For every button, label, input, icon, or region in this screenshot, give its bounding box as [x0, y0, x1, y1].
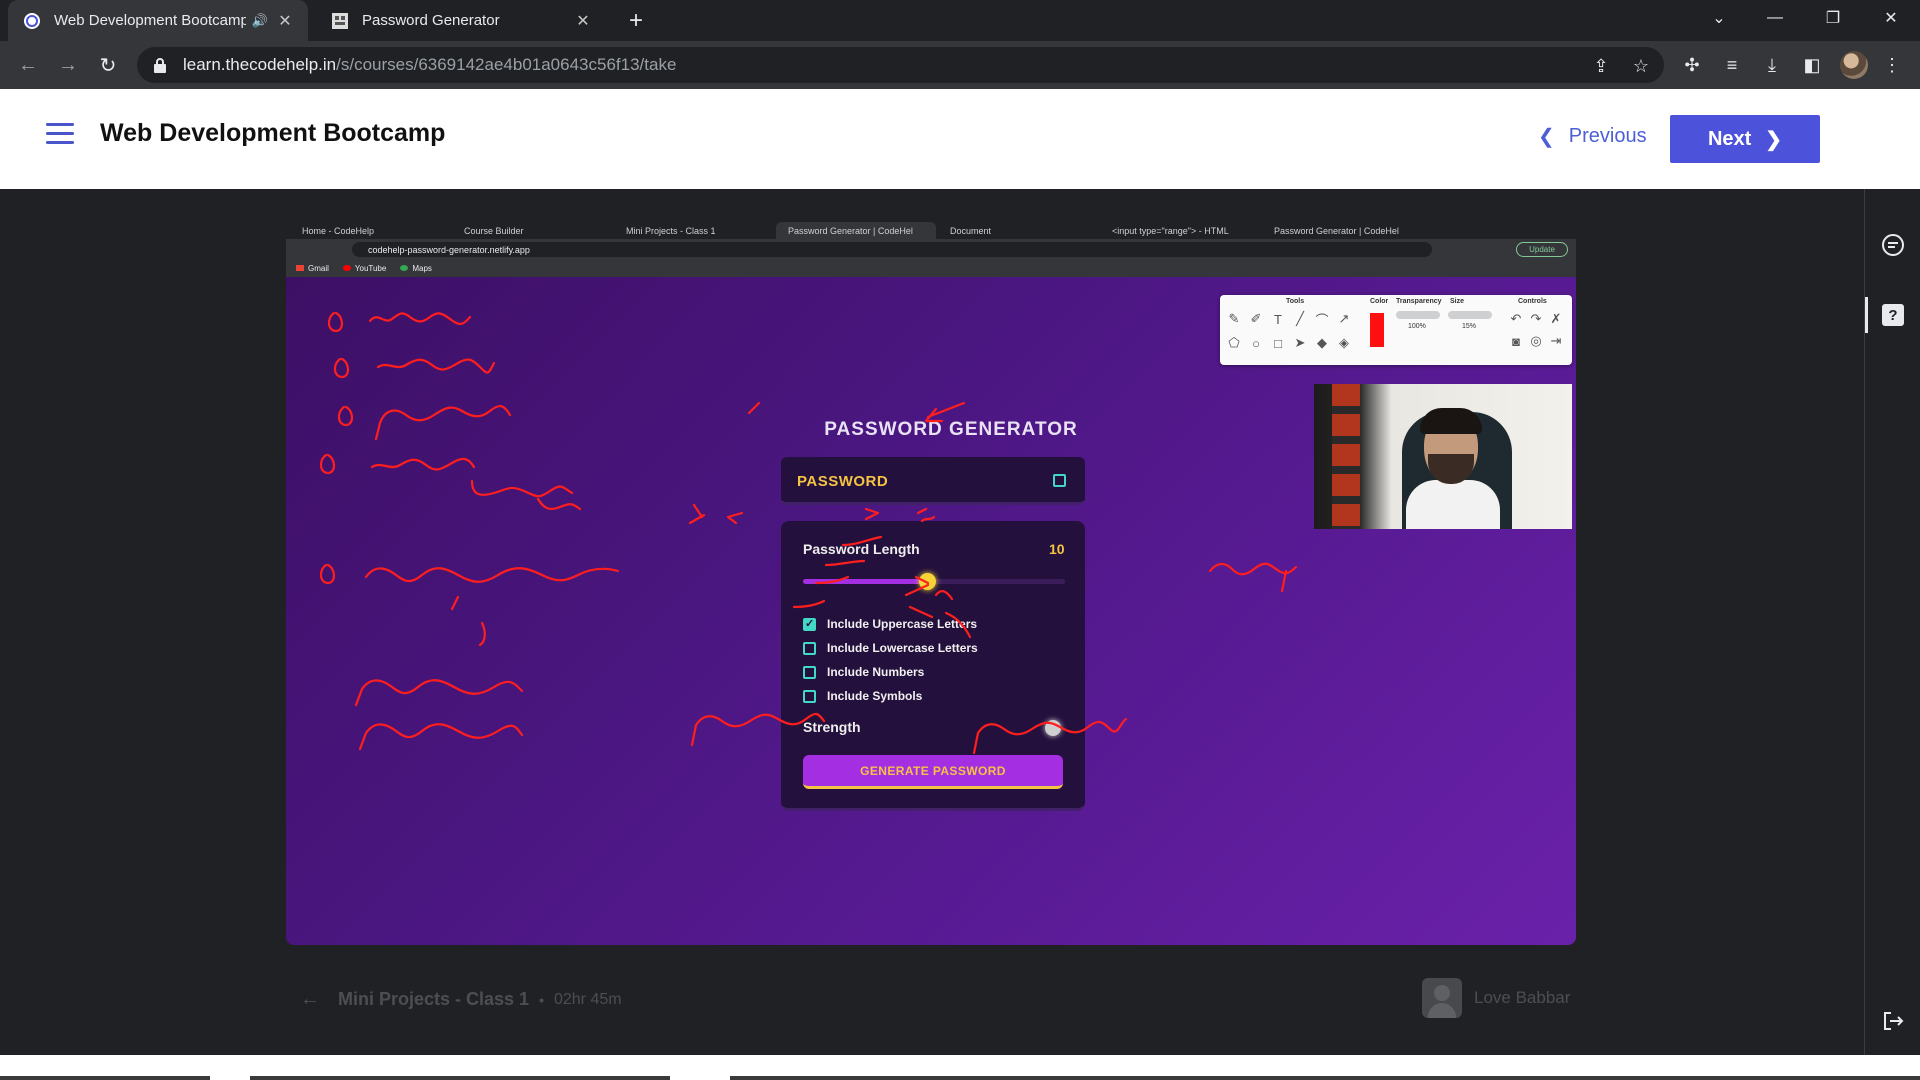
comments-icon[interactable] [1879, 231, 1907, 259]
back-arrow-icon[interactable]: ← [300, 988, 320, 1011]
close-window-icon[interactable]: ✕ [1864, 0, 1918, 36]
lesson-title: Mini Projects - Class 1 [338, 989, 530, 1009]
exit-icon[interactable] [1879, 1007, 1907, 1035]
chevron-right-icon: ❯ [1765, 128, 1783, 151]
course-header: Web Development Bootcamp ❮ Previous Next… [0, 89, 1920, 189]
video-address-bar: codehelp-password-generator.netlify.app … [286, 239, 1576, 259]
url-host: learn.thecodehelp.in [183, 55, 337, 74]
instructor: Love Babbar [1422, 978, 1570, 1018]
new-tab-button[interactable]: + [622, 7, 650, 35]
bookmark-youtube: YouTube [342, 264, 386, 273]
tab-title: Web Development Bootcamp [54, 12, 246, 29]
tab-close-icon[interactable]: ✕ [574, 11, 592, 31]
password-generator-favicon-icon [330, 11, 350, 31]
tab-title: Password Generator [362, 12, 500, 29]
course-title: Web Development Bootcamp [100, 119, 446, 147]
active-indicator [1865, 297, 1868, 333]
video-browser-tabs: Home - CodeHelp Course Builder Mini Proj… [286, 219, 1576, 239]
audio-playing-icon[interactable]: 🔊 [252, 13, 268, 29]
reload-icon[interactable]: ↻ [94, 51, 122, 79]
video-bookmarks-bar: Gmail YouTube Maps [286, 259, 1576, 277]
right-rail: ? [1864, 189, 1920, 1055]
back-icon[interactable]: ← [14, 51, 42, 79]
previous-button[interactable]: ❮ Previous [1538, 119, 1647, 153]
help-icon[interactable]: ? [1879, 301, 1907, 329]
tab-close-icon[interactable]: ✕ [276, 11, 294, 31]
video-tab: Home - CodeHelp [302, 225, 375, 236]
bookmark-star-icon[interactable]: ☆ [1630, 55, 1652, 77]
video-tab: <input type="range"> - HTML [1112, 225, 1229, 236]
chevron-left-icon: ❮ [1538, 125, 1555, 148]
video-tab: Document [950, 225, 992, 236]
tab-password-generator[interactable]: Password Generator ✕ [316, 0, 606, 41]
video-tab: Password Generator | CodeHel [776, 222, 936, 239]
codehelp-favicon-icon [22, 11, 42, 31]
forward-icon[interactable]: → [54, 51, 82, 79]
avatar [1422, 978, 1462, 1018]
bottom-strip [0, 1055, 1920, 1080]
browser-menu-icon[interactable]: ⋮ [1880, 53, 1904, 77]
video-tab: Password Generator | CodeHel [1274, 225, 1399, 236]
handwritten-annotations [319, 311, 1298, 755]
media-queue-icon[interactable]: ≡ [1720, 53, 1744, 77]
side-panel-icon[interactable]: ◧ [1800, 53, 1824, 77]
minimize-icon[interactable]: — [1748, 0, 1802, 36]
menu-icon[interactable] [46, 123, 74, 145]
next-button[interactable]: Next ❯ [1670, 115, 1820, 163]
svg-text:?: ? [1888, 307, 1897, 324]
bookmark-gmail: Gmail [296, 264, 329, 273]
video-update-button: Update [1516, 242, 1568, 257]
download-icon[interactable]: ⤓ [1760, 53, 1784, 77]
profile-avatar[interactable] [1840, 51, 1868, 79]
url-path: /s/courses/6369142ae4b01a0643c56f13/take [336, 55, 677, 74]
tab-search-icon[interactable]: ⌄ [1692, 0, 1746, 36]
share-icon[interactable]: ⇪ [1590, 55, 1612, 77]
browser-tab-strip: Web Development Bootcamp 🔊 ✕ Password Ge… [0, 0, 1920, 41]
address-bar[interactable]: learn.thecodehelp.in/s/courses/6369142ae… [137, 47, 1664, 83]
lesson-info: ← Mini Projects - Class 1 • 02hr 45m [300, 988, 622, 1011]
browser-toolbar: ← → ↻ learn.thecodehelp.in/s/courses/636… [0, 41, 1920, 89]
separator: • [539, 991, 544, 1008]
extensions-icon[interactable]: ✣ [1680, 53, 1704, 77]
video-url: codehelp-password-generator.netlify.app [352, 242, 1432, 257]
instructor-name: Love Babbar [1474, 988, 1571, 1007]
tab-web-development-bootcamp[interactable]: Web Development Bootcamp 🔊 ✕ [8, 0, 308, 41]
lock-icon [154, 58, 166, 73]
video-tab: Course Builder [464, 225, 524, 236]
restore-icon[interactable]: ❐ [1806, 0, 1860, 36]
video-player[interactable]: Home - CodeHelp Course Builder Mini Proj… [286, 219, 1576, 945]
video-tab: Mini Projects - Class 1 [626, 225, 716, 236]
lesson-duration: 02hr 45m [553, 990, 622, 1008]
previous-label: Previous [1568, 124, 1647, 147]
bookmark-maps: Maps [400, 264, 432, 273]
next-label: Next [1707, 127, 1752, 150]
